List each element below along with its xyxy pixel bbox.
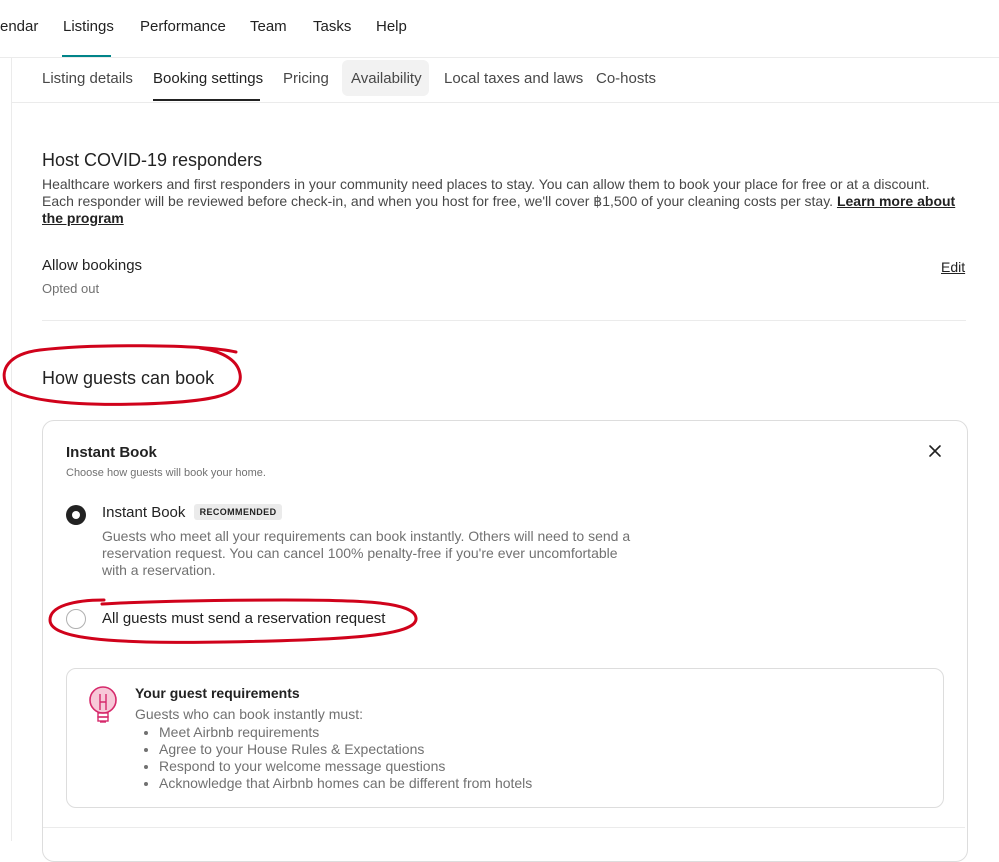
close-icon[interactable] (926, 442, 944, 460)
active-nav-underline (62, 55, 111, 57)
instant-book-title: Instant Book (66, 444, 157, 461)
allow-bookings-label: Allow bookings (42, 257, 143, 274)
top-nav: endar Listings Performance Team Tasks He… (0, 0, 999, 58)
card-inner-divider (43, 827, 965, 828)
requirements-title: Your guest requirements (135, 685, 300, 701)
how-guests-title: How guests can book (42, 368, 215, 388)
edit-link[interactable]: Edit (941, 259, 965, 275)
nav-item-performance[interactable]: Performance (140, 18, 226, 35)
covid-section-title: Host COVID-19 responders (42, 150, 263, 170)
requirement-item: Meet Airbnb requirements (159, 724, 532, 741)
section-divider (42, 320, 966, 321)
covid-description-text: Healthcare workers and first responders … (42, 176, 930, 209)
recommended-badge: RECOMMENDED (193, 504, 283, 520)
tab-pricing[interactable]: Pricing (283, 70, 329, 87)
tab-availability[interactable]: Availability (351, 70, 422, 87)
nav-item-tasks[interactable]: Tasks (313, 18, 351, 35)
option-instant-book-label: Instant Book (102, 504, 186, 521)
radio-instant-book[interactable] (66, 505, 86, 525)
radio-reservation-request[interactable] (66, 609, 86, 629)
tab-listing-details[interactable]: Listing details (42, 70, 133, 87)
requirements-intro: Guests who can book instantly must: (135, 706, 363, 722)
nav-item-listings[interactable]: Listings (63, 18, 114, 35)
requirement-item: Respond to your welcome message question… (159, 758, 532, 775)
option-instant-book-description: Guests who meet all your requirements ca… (102, 528, 631, 578)
tab-booking-settings[interactable]: Booking settings (153, 70, 263, 87)
requirements-list: Meet Airbnb requirements Agree to your H… (135, 724, 532, 792)
tab-local-taxes[interactable]: Local taxes and laws (444, 70, 583, 87)
tab-co-hosts[interactable]: Co-hosts (596, 70, 656, 87)
instant-book-subtitle: Choose how guests will book your home. (66, 467, 266, 479)
covid-description: Healthcare workers and first responders … (42, 176, 957, 227)
nav-item-calendar[interactable]: endar (0, 18, 38, 35)
requirement-item: Acknowledge that Airbnb homes can be dif… (159, 775, 532, 792)
allow-bookings-value: Opted out (42, 281, 100, 296)
left-gutter-line (11, 58, 12, 841)
requirement-item: Agree to your House Rules & Expectations (159, 741, 532, 758)
option-instant-book: Instant Book RECOMMENDED (102, 504, 283, 521)
sub-tabs: Listing details Booking settings Pricing… (11, 58, 999, 103)
nav-item-team[interactable]: Team (250, 18, 287, 35)
option-reservation-request-label[interactable]: All guests must send a reservation reque… (102, 610, 385, 627)
active-tab-underline (153, 99, 260, 101)
nav-item-help[interactable]: Help (376, 18, 407, 35)
lightbulb-icon (86, 684, 120, 728)
